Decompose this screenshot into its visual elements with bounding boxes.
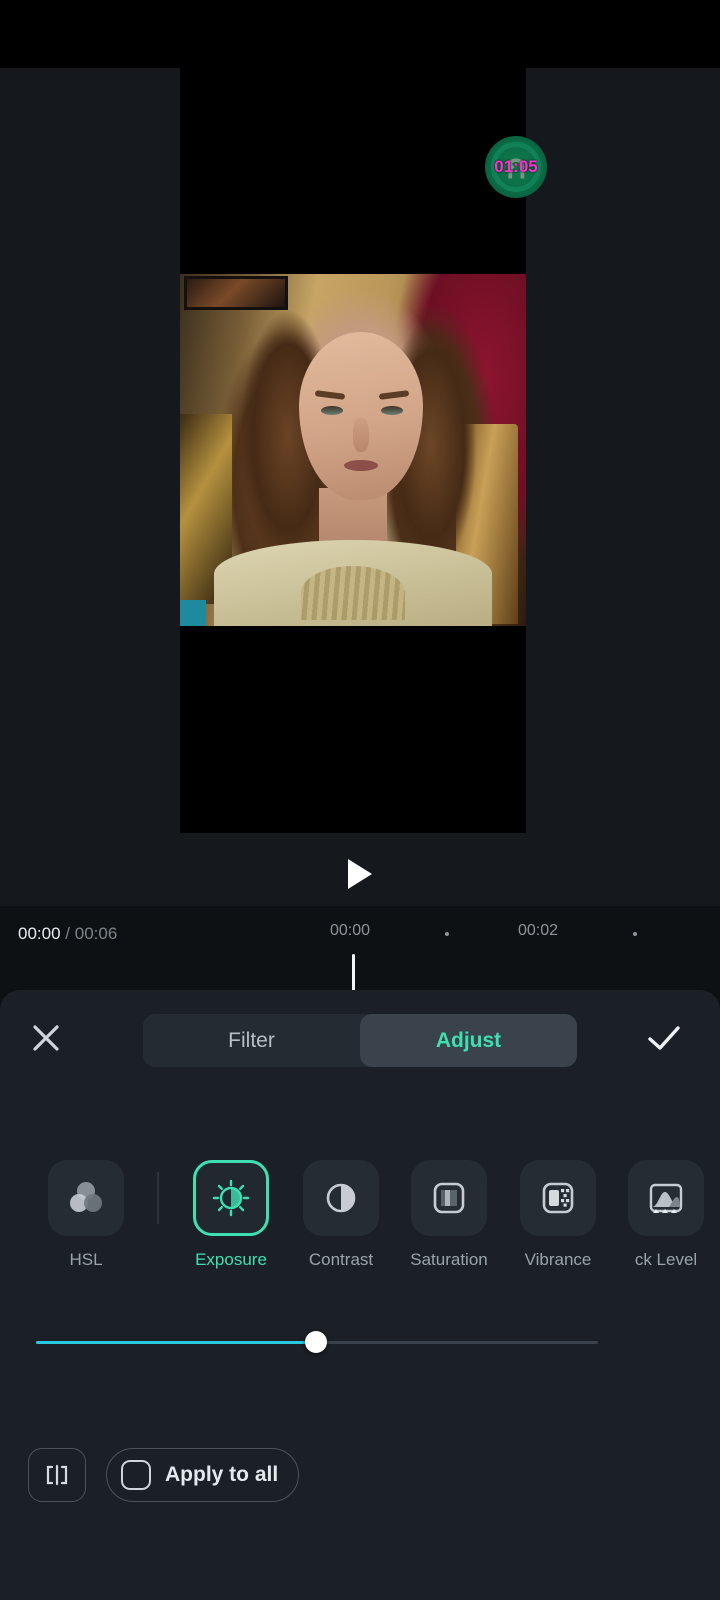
slider-thumb[interactable] [305,1331,327,1353]
tool-vibrance-label: Vibrance [524,1250,592,1269]
mode-tabs[interactable]: Filter Adjust [143,1014,577,1067]
apply-to-all-label: Apply to all [165,1463,279,1486]
hsl-circles-icon [70,1182,102,1212]
tool-black-level-box [628,1160,704,1236]
video-frame-image [180,274,526,626]
subject-nose [353,418,369,452]
play-icon [348,859,372,889]
slider-fill [36,1341,316,1344]
app-root: ก 01:05 00:00 / 00:06 00:00 00:02 Filter… [0,0,720,1600]
vibrance-dither-icon [542,1182,574,1214]
play-button[interactable] [337,851,383,897]
tool-exposure[interactable]: Exposure [177,1160,285,1270]
apply-to-all-checkbox[interactable] [121,1460,151,1490]
preview-stage[interactable]: ก 01:05 [0,68,720,906]
tool-contrast-label: Contrast [308,1250,374,1269]
subject-face [299,332,423,500]
ruler-tick-0: 00:00 [330,922,371,939]
exposure-sun-icon [212,1179,250,1217]
app-watermark-badge: ก 01:05 [485,136,547,198]
video-preview[interactable] [180,68,526,833]
timeline-bar[interactable]: 00:00 / 00:06 00:00 00:02 [0,906,720,990]
status-bar [0,0,720,68]
apply-to-all-button[interactable]: Apply to all [106,1448,300,1502]
adjust-panel [0,990,720,1600]
tool-saturation-label: Saturation [410,1250,488,1269]
ruler-tick-dot-3 [633,932,637,936]
contrast-circle-icon [326,1183,356,1213]
tool-contrast-box [303,1160,379,1236]
tool-exposure-label: Exposure [195,1250,267,1269]
timeline-playhead[interactable] [352,954,355,994]
timeline-ruler[interactable]: 00:00 00:02 [0,922,720,948]
tool-contrast[interactable]: Contrast [287,1160,395,1270]
tab-filter[interactable]: Filter [143,1014,360,1067]
saturation-square-icon [433,1182,465,1214]
tool-hsl-label: HSL [69,1250,103,1269]
tool-saturation[interactable]: Saturation [395,1160,503,1270]
exposure-slider[interactable] [0,1330,720,1356]
tab-adjust[interactable]: Adjust [360,1014,577,1067]
reset-compare-icon [46,1464,68,1486]
subject-brow-left [314,390,346,400]
tool-black-level-label: ck Level [634,1250,698,1269]
tool-vibrance[interactable]: Vibrance [504,1160,612,1270]
check-icon [648,1026,680,1050]
subject-eye-left [321,406,343,415]
tool-hsl-box [48,1160,124,1236]
close-button[interactable] [16,1008,76,1068]
ruler-tick-dot-1 [445,932,449,936]
tool-exposure-box [193,1160,269,1236]
subject-mouth [344,460,378,471]
subject-eye-right [381,406,403,415]
tools-divider [157,1172,159,1224]
tool-black-level[interactable]: ck Level [612,1160,720,1270]
black-level-curve-icon [649,1183,683,1213]
confirm-button[interactable] [634,1008,694,1068]
subject-brow-right [378,390,410,400]
watermark-timestamp: 01:05 [494,157,538,176]
adjust-tools-row[interactable]: HSL Exposure Contrast Saturation Vibranc… [0,1160,720,1295]
reset-compare-button[interactable] [28,1448,86,1502]
subject-lace-trim [301,566,405,620]
ruler-tick-2: 00:02 [518,922,559,939]
panel-actions: Apply to all [0,1448,720,1506]
tool-vibrance-box [520,1160,596,1236]
close-icon [33,1025,59,1051]
tool-hsl[interactable]: HSL [32,1160,140,1270]
tool-saturation-box [411,1160,487,1236]
scene-teal-corner [180,600,206,626]
